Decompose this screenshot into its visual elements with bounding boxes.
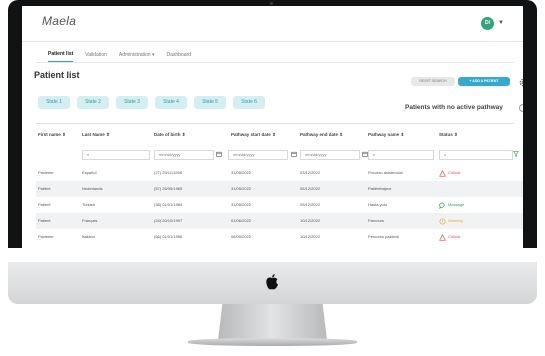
tab-validation[interactable]: Validation — [85, 52, 107, 62]
cell-last-name: Français — [82, 218, 98, 223]
status-filter[interactable]: ⌕ — [439, 150, 513, 160]
table-row[interactable]: Patiënt Nederlands (57) 26/05/1965 31/05… — [36, 181, 523, 197]
state-pill-2[interactable]: State 2 — [77, 96, 109, 109]
cell-last-name: Español — [82, 170, 97, 175]
message-bubble-icon — [439, 202, 445, 209]
cell-dob: (66) 01/01/1956 — [154, 234, 183, 239]
cell-status: Warning — [439, 213, 463, 229]
status-label: Critical — [448, 234, 461, 239]
table-header: First name ⇕ Last Name ⇕ Date of birth ⇕… — [38, 132, 518, 144]
cell-dob: (27) 29/11/1996 — [154, 170, 182, 175]
apple-logo-icon — [266, 274, 278, 290]
no-pathway-label: Patients with no active pathway — [405, 104, 503, 111]
screen-glare — [455, 6, 515, 66]
cell-end-date: 09/12/2022 — [300, 202, 321, 207]
state-pill-5[interactable]: State 5 — [194, 96, 226, 109]
nav-divider — [36, 62, 514, 63]
dob-filter[interactable]: mm/dd/yyyy — [154, 150, 214, 160]
cell-start-date: 01/06/2022 — [231, 218, 252, 223]
cell-start-date: 06/09/2022 — [231, 234, 252, 239]
cell-first-name: Paciente — [38, 170, 54, 175]
status-label: Warning — [448, 218, 463, 223]
reset-search-button[interactable]: RESET SEARCH — [411, 77, 455, 86]
search-icon: ⌕ — [373, 152, 376, 157]
monitor-stand-base — [188, 338, 357, 346]
cell-start-date: 31/05/2022 — [231, 202, 252, 207]
state-pill-6[interactable]: State 6 — [233, 96, 265, 109]
warning-triangle-icon — [439, 233, 446, 241]
table-row[interactable]: Paciente Español (27) 29/11/1996 31/05/2… — [36, 165, 523, 181]
cell-end-date: 10/12/2022 — [300, 234, 321, 239]
cell-status: Message — [439, 197, 464, 213]
tab-administration[interactable]: Administration ▾ — [119, 52, 155, 62]
column-date-of-birth[interactable]: Date of birth ⇕ — [154, 132, 186, 138]
camera-dot — [270, 2, 273, 5]
column-pathway-end[interactable]: Pathway end date ⇕ — [300, 132, 343, 138]
table-row[interactable]: Paziente Italiano (66) 01/01/1956 06/09/… — [36, 229, 523, 245]
warning-triangle-icon — [439, 169, 446, 177]
cell-first-name: Paziente — [38, 234, 54, 239]
column-status[interactable]: Status ⇕ — [439, 132, 458, 138]
cell-end-date: 05/12/2022 — [300, 186, 321, 191]
funnel-icon[interactable] — [513, 151, 519, 157]
table-row[interactable]: Patient Turkish (38) 01/01/1984 31/05/20… — [36, 197, 523, 213]
main-nav: Patient list Validation Administration ▾… — [48, 44, 191, 62]
calendar-icon[interactable] — [291, 151, 297, 157]
cell-dob: (38) 01/01/1984 — [154, 202, 183, 207]
column-pathway-start[interactable]: Pathway start date ⇕ — [231, 132, 276, 138]
search-icon: ⌕ — [444, 152, 447, 157]
tab-patient-list[interactable]: Patient list — [48, 51, 74, 62]
cell-pathway-name: Proceso asistencial — [368, 170, 403, 175]
column-first-name[interactable]: First name ⇕ — [38, 132, 66, 138]
column-last-name[interactable]: Last Name ⇕ — [82, 132, 110, 138]
cell-end-date: 03/12/2022 — [300, 170, 321, 175]
cell-first-name: Patient — [38, 218, 51, 223]
cell-dob: (57) 26/05/1965 — [154, 186, 183, 191]
cell-first-name: Patiënt — [38, 186, 51, 191]
cell-pathway-name: Parcours — [368, 218, 385, 223]
cell-pathway-name: Patiënttraject — [368, 186, 392, 191]
warning-circle-icon — [439, 217, 446, 225]
add-patient-button[interactable]: + ADD A PATIENT — [458, 77, 510, 86]
cell-last-name: Italiano — [82, 234, 95, 239]
start-date-filter[interactable]: mm/dd/yyyy — [228, 150, 288, 160]
cell-last-name: Nederlands — [82, 186, 103, 191]
cell-dob: (24) 20/10/1997 — [154, 218, 183, 223]
state-pill-4[interactable]: State 4 — [155, 96, 187, 109]
pathway-name-filter[interactable]: ⌕ — [368, 150, 434, 160]
filter-row: ⌕ ⌕ mm/dd/yyyy mm/dd/yyyy mm/dd/yyyy ⌕ ⌕ — [38, 150, 519, 163]
end-date-filter[interactable]: mm/dd/yyyy — [300, 150, 360, 160]
tab-dashboard[interactable]: Dashboard — [166, 52, 190, 62]
cell-start-date: 31/05/2022 — [231, 170, 252, 175]
table-divider — [36, 123, 514, 124]
cell-start-date: 31/05/2022 — [231, 186, 252, 191]
no-pathway-toggle[interactable] — [519, 104, 523, 112]
first-name-filter[interactable] — [38, 150, 78, 160]
search-icon: ⌕ — [87, 152, 90, 157]
page-title: Patient list — [34, 70, 80, 80]
cell-pathway-name: Hasta yolu — [368, 202, 387, 207]
cell-status: Critical — [439, 165, 460, 181]
state-pill-3[interactable]: State 3 — [116, 96, 148, 109]
cell-last-name: Turkish — [82, 202, 95, 207]
last-name-filter[interactable]: ⌕ — [82, 150, 150, 160]
brand-logo: Maela — [42, 14, 77, 28]
state-filters: State 1 State 2 State 3 State 4 State 5 … — [38, 96, 265, 109]
calendar-icon[interactable] — [216, 151, 222, 157]
table-row[interactable]: Patient Français (24) 20/10/1997 01/06/2… — [36, 213, 523, 229]
status-label: Critical — [448, 170, 461, 175]
top-bar: Maela DI ▼ — [22, 6, 523, 42]
cell-status: Critical — [439, 229, 460, 245]
monitor-stand — [218, 304, 327, 340]
state-pill-1[interactable]: State 1 — [38, 96, 70, 109]
cell-end-date: 10/12/2022 — [300, 218, 321, 223]
column-pathway-name[interactable]: Pathway name ⇕ — [368, 132, 404, 138]
screen: Maela DI ▼ Patient list Validation Admin… — [22, 6, 523, 261]
cell-pathway-name: Percorso pazienti — [368, 234, 399, 239]
cell-first-name: Patient — [38, 202, 51, 207]
status-label: Message — [448, 202, 465, 207]
gear-icon[interactable] — [518, 77, 523, 88]
